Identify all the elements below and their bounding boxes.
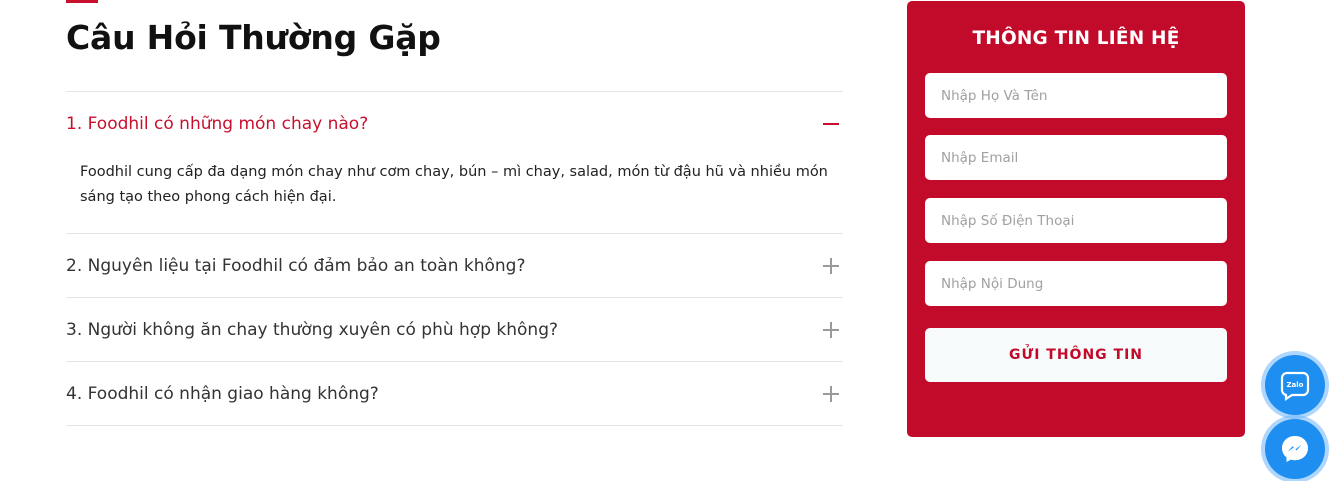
- faq-question-3[interactable]: 3. Người không ăn chay thường xuyên có p…: [66, 298, 843, 361]
- faq-item-3: 3. Người không ăn chay thường xuyên có p…: [66, 298, 843, 362]
- zalo-label: Zalo: [1286, 381, 1303, 389]
- faq-question-1[interactable]: 1. Foodhil có những món chay nào?: [66, 92, 843, 156]
- faq-question-text: 4. Foodhil có nhận giao hàng không?: [66, 383, 379, 404]
- faq-question-text: 2. Nguyên liệu tại Foodhil có đảm bảo an…: [66, 255, 526, 276]
- contact-form-card: THÔNG TIN LIÊN HỆ GỬI THÔNG TIN: [907, 1, 1245, 437]
- faq-question-2[interactable]: 2. Nguyên liệu tại Foodhil có đảm bảo an…: [66, 234, 843, 297]
- message-input[interactable]: [925, 261, 1227, 306]
- faq-item-4: 4. Foodhil có nhận giao hàng không?: [66, 362, 843, 426]
- messenger-chat-button[interactable]: [1265, 419, 1325, 479]
- submit-button[interactable]: GỬI THÔNG TIN: [925, 328, 1227, 382]
- faq-item-2: 2. Nguyên liệu tại Foodhil có đảm bảo an…: [66, 234, 843, 298]
- phone-input[interactable]: [925, 198, 1227, 243]
- plus-icon[interactable]: [823, 257, 839, 274]
- faq-question-text: 1. Foodhil có những món chay nào?: [66, 114, 369, 134]
- email-input[interactable]: [925, 135, 1227, 180]
- name-input[interactable]: [925, 73, 1227, 118]
- faq-answer-1: Foodhil cung cấp đa dạng món chay như cơ…: [80, 164, 828, 205]
- faq-accordion: 1. Foodhil có những món chay nào? Foodhi…: [66, 91, 843, 426]
- faq-question-text: 3. Người không ăn chay thường xuyên có p…: [66, 319, 559, 340]
- faq-question-4[interactable]: 4. Foodhil có nhận giao hàng không?: [66, 362, 843, 425]
- faq-title: Câu Hỏi Thường Gặp: [66, 18, 441, 57]
- faq-item-1: 1. Foodhil có những món chay nào? Foodhi…: [66, 92, 843, 234]
- zalo-icon: Zalo: [1280, 371, 1310, 402]
- contact-form-title: THÔNG TIN LIÊN HỆ: [972, 28, 1180, 49]
- minus-icon[interactable]: [823, 116, 839, 132]
- zalo-chat-button[interactable]: Zalo: [1265, 355, 1325, 415]
- plus-icon[interactable]: [823, 321, 839, 338]
- messenger-icon: [1282, 436, 1308, 462]
- section-accent-bar: [66, 0, 98, 3]
- plus-icon[interactable]: [823, 385, 839, 402]
